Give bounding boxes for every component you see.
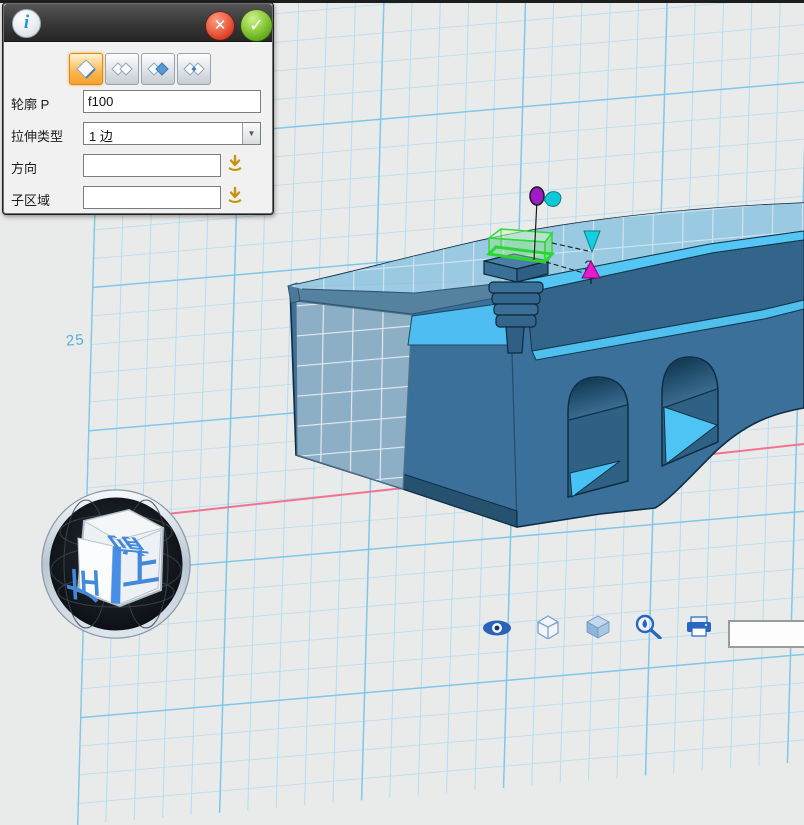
subregion-label: 子区域 <box>11 190 50 209</box>
view-cube-label-right[interactable]: 上 <box>122 545 160 594</box>
solid-cube-icon[interactable] <box>587 616 609 638</box>
extrude-dialog: i ✕ ✓ <box>2 2 274 215</box>
visibility-eye-icon[interactable] <box>483 621 511 636</box>
dropdown-arrow-button[interactable]: ▼ <box>242 123 260 144</box>
op-button-extrude-solid[interactable] <box>69 53 103 85</box>
direction-pick-button[interactable] <box>225 154 245 174</box>
view-cube-widget[interactable]: 前 左 上 <box>42 490 190 638</box>
rotate-handle-knob <box>530 187 544 205</box>
op-button-extrude-cut[interactable] <box>141 53 175 85</box>
gold-arrow-icon <box>225 186 245 206</box>
status-corner-box <box>728 620 804 648</box>
op-button-extrude-add[interactable] <box>105 53 139 85</box>
bridge-model[interactable]: 3 <box>288 187 804 527</box>
view-cube-label-left[interactable]: 左 <box>65 566 105 603</box>
subregion-input[interactable] <box>83 186 221 209</box>
extrude-type-value: 1 边 <box>89 126 113 145</box>
bottom-toolbar <box>483 616 711 639</box>
direction-handle-teardrop <box>544 192 561 207</box>
bridge-arch-1 <box>568 377 628 497</box>
direction-label: 方向 <box>11 158 37 177</box>
gold-arrow-icon <box>225 154 245 174</box>
direction-input[interactable] <box>83 154 221 177</box>
boolean-op-buttons <box>69 53 211 85</box>
extrude-type-label: 拉伸类型 <box>11 126 63 145</box>
profile-label: 轮廓 P <box>11 94 49 113</box>
dialog-header[interactable]: i ✕ ✓ <box>4 4 272 42</box>
printer-icon[interactable] <box>687 617 711 636</box>
cancel-button[interactable]: ✕ <box>206 12 234 40</box>
subregion-pick-button[interactable] <box>225 186 245 206</box>
profile-input[interactable] <box>83 90 261 113</box>
info-icon: i <box>12 9 41 38</box>
wireframe-cube-icon[interactable] <box>538 616 558 639</box>
op-button-extrude-intersect[interactable] <box>177 53 211 85</box>
extrude-type-select[interactable]: 1 边 ▼ <box>83 122 261 145</box>
zoom-magnifier-icon[interactable] <box>637 616 660 638</box>
confirm-button[interactable]: ✓ <box>241 10 272 41</box>
